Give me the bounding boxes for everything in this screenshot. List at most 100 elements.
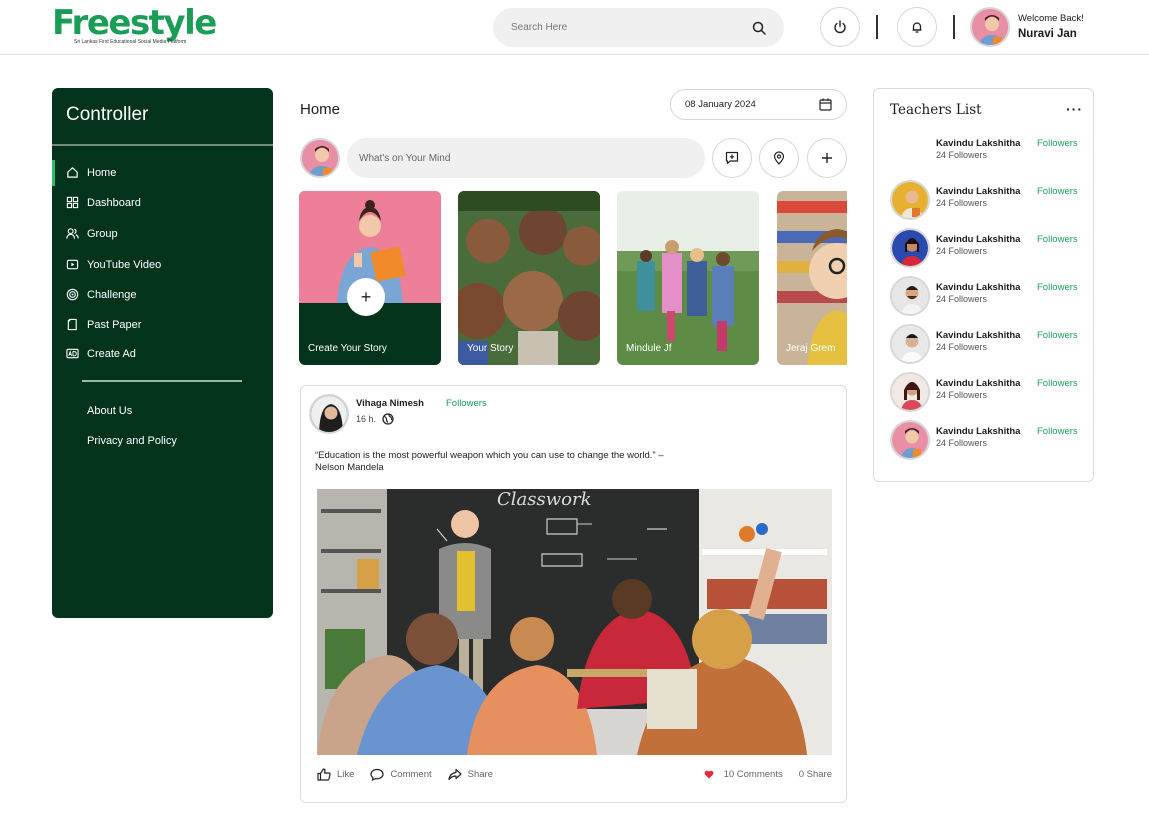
user-photo-icon	[892, 278, 928, 314]
power-icon	[834, 20, 846, 34]
sidebar-divider	[82, 380, 242, 382]
add-text-post-button[interactable]	[712, 138, 752, 178]
compose-input[interactable]	[359, 152, 693, 164]
teacher-row[interactable]: Kavindu Lakshitha 24 Followers Followers	[890, 180, 1085, 220]
teacher-follow-link[interactable]: Followers	[1037, 234, 1078, 245]
calendar-icon[interactable]	[819, 98, 832, 111]
teacher-avatar	[890, 420, 930, 460]
like-button[interactable]: Like	[317, 768, 354, 781]
bell-icon	[912, 22, 922, 33]
teacher-avatar	[890, 132, 930, 172]
story-card[interactable]: Your Story	[458, 191, 600, 365]
teacher-row[interactable]: Kavindu Lakshitha 24 Followers Followers	[890, 276, 1085, 316]
teachers-list-title: Teachers List	[890, 102, 982, 118]
sidebar-item-privacy-policy[interactable]: Privacy and Policy	[87, 435, 177, 447]
thumbs-up-icon	[317, 768, 331, 781]
sidebar-item-dashboard[interactable]: Dashboard	[66, 196, 141, 209]
logo[interactable]: Freestyle Sri Lankas First Educational S…	[52, 6, 217, 45]
post-follow-link[interactable]: Followers	[446, 398, 487, 409]
group-icon	[66, 228, 79, 239]
date-picker[interactable]: 08 January 2024	[670, 89, 847, 120]
post-actions: Like Comment Share 10 Comments 0 Share	[317, 768, 832, 781]
teacher-name: Kavindu Lakshitha	[936, 378, 1021, 389]
teacher-name: Kavindu Lakshitha	[936, 186, 1021, 197]
teacher-follow-link[interactable]: Followers	[1037, 282, 1078, 293]
teacher-row[interactable]: Kavindu Lakshitha 24 Followers Followers	[890, 228, 1085, 268]
welcome-text: Welcome Back!	[1018, 13, 1084, 24]
teacher-follower-count: 24 Followers	[936, 342, 988, 352]
teacher-follow-link[interactable]: Followers	[1037, 378, 1078, 389]
user-photo-icon	[892, 182, 928, 218]
sidebar-item-challenge[interactable]: Challenge	[66, 288, 137, 301]
story-card[interactable]: Mindule Jf	[617, 191, 759, 365]
teacher-follower-count: 24 Followers	[936, 150, 988, 160]
story-card[interactable]: Jeraj Grem	[777, 191, 847, 365]
search-bar	[493, 8, 784, 47]
search-input[interactable]	[511, 22, 752, 33]
notifications-button[interactable]	[897, 7, 937, 47]
teacher-follow-link[interactable]: Followers	[1037, 186, 1078, 197]
teacher-follower-count: 24 Followers	[936, 198, 988, 208]
sidebar-item-past-paper[interactable]: Past Paper	[66, 318, 141, 331]
post-timestamp: 16 h.	[356, 414, 377, 424]
user-photo-icon	[892, 230, 928, 266]
post-author-name[interactable]: Vihaga Nimesh	[356, 398, 424, 409]
teacher-row[interactable]: Kavindu Lakshitha 24 Followers Followers	[890, 132, 1085, 172]
sidebar-item-group[interactable]: Group	[66, 227, 118, 240]
stories-row: + Create Your Story Your Story Mindule J…	[299, 191, 847, 365]
search-icon[interactable]	[752, 21, 766, 35]
sidebar-item-label: Create Ad	[87, 347, 136, 360]
story-photo	[617, 191, 759, 365]
comments-count[interactable]: 10 Comments	[724, 769, 783, 780]
sidebar-item-youtube-video[interactable]: YouTube Video	[66, 258, 161, 271]
power-button[interactable]	[820, 7, 860, 47]
share-button[interactable]: Share	[448, 768, 493, 781]
teacher-follower-count: 24 Followers	[936, 294, 988, 304]
teacher-row[interactable]: Kavindu Lakshitha 24 Followers Followers	[890, 420, 1085, 460]
video-icon	[66, 259, 79, 270]
plus-icon	[822, 153, 832, 163]
comment-button[interactable]: Comment	[370, 768, 432, 781]
teacher-name: Kavindu Lakshitha	[936, 426, 1021, 437]
teacher-follow-link[interactable]: Followers	[1037, 330, 1078, 341]
teacher-name: Kavindu Lakshitha	[936, 138, 1021, 149]
dashboard-icon	[66, 196, 79, 209]
page-title: Home	[300, 101, 341, 118]
sidebar-item-label: Home	[87, 166, 117, 179]
header-divider	[953, 15, 955, 39]
create-story-button[interactable]: +	[347, 278, 385, 316]
teacher-avatar	[890, 228, 930, 268]
date-value: 08 January 2024	[685, 99, 756, 110]
add-location-button[interactable]	[759, 138, 799, 178]
user-photo-icon	[302, 140, 338, 176]
user-photo-icon	[892, 326, 928, 362]
user-avatar[interactable]	[970, 7, 1010, 47]
teacher-follow-link[interactable]: Followers	[1037, 426, 1078, 437]
sidebar-title: Controller	[66, 104, 149, 125]
teacher-row[interactable]: Kavindu Lakshitha 24 Followers Followers	[890, 324, 1085, 364]
more-options-icon[interactable]: ···	[1066, 101, 1083, 117]
home-icon	[67, 167, 78, 178]
post-author-avatar[interactable]	[309, 394, 349, 434]
story-card-create[interactable]: + Create Your Story	[299, 191, 441, 365]
teacher-follow-link[interactable]: Followers	[1037, 138, 1078, 149]
ad-icon	[66, 348, 79, 359]
post-image[interactable]: Classwork	[317, 489, 832, 755]
top-bar: Freestyle Sri Lankas First Educational S…	[0, 0, 1149, 55]
teacher-name: Kavindu Lakshitha	[936, 330, 1021, 341]
compose-avatar	[300, 138, 340, 178]
board-text: Classwork	[497, 489, 592, 510]
post-card: Vihaga Nimesh Followers 16 h. “Education…	[300, 385, 847, 803]
sidebar-item-create-ad[interactable]: Create Ad	[66, 347, 136, 360]
sidebar-item-home[interactable]: Home	[66, 166, 116, 179]
teacher-name: Kavindu Lakshitha	[936, 234, 1021, 245]
comment-icon	[370, 768, 385, 781]
paper-icon	[67, 318, 77, 331]
add-post-button[interactable]	[807, 138, 847, 178]
sidebar-item-about-us[interactable]: About Us	[87, 405, 132, 417]
compose-bar	[347, 138, 705, 178]
heart-icon[interactable]	[704, 770, 714, 779]
sidebar-item-label: Past Paper	[87, 318, 142, 331]
teacher-row[interactable]: Kavindu Lakshitha 24 Followers Followers	[890, 372, 1085, 412]
post-time: 16 h.	[356, 413, 394, 425]
